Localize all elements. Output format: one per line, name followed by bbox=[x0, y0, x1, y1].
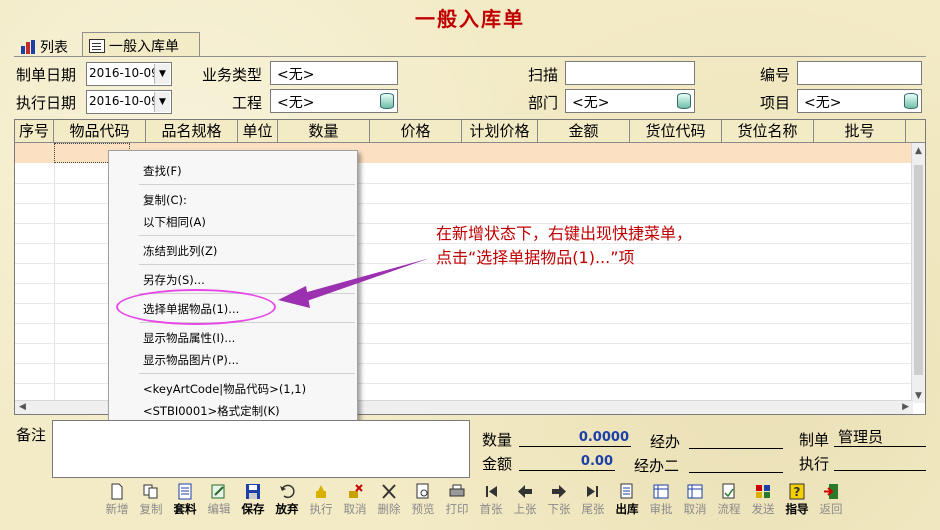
print-button[interactable]: 打印 bbox=[440, 482, 474, 518]
exit-button[interactable]: 返回 bbox=[814, 482, 848, 518]
save-button[interactable]: 保存 bbox=[236, 482, 270, 518]
outbound-button-label: 出库 bbox=[615, 502, 639, 516]
footer-panel: 备注 数量 0.0000 金额 0.00 经办 经办二 制单 管理员 执行 bbox=[14, 419, 926, 479]
prev-button-label: 上张 bbox=[513, 502, 537, 516]
discard-button-label: 放弃 bbox=[275, 502, 299, 516]
preview-icon bbox=[416, 483, 429, 499]
copy-icon bbox=[143, 484, 158, 499]
first-icon bbox=[486, 486, 497, 497]
maker-label: 制单 bbox=[799, 431, 830, 449]
last-icon bbox=[587, 486, 598, 497]
copy-button[interactable]: 复制 bbox=[134, 482, 168, 518]
handler-field[interactable] bbox=[689, 431, 783, 449]
discard-button[interactable]: 放弃 bbox=[270, 482, 304, 518]
send-icon bbox=[756, 485, 770, 498]
maker-value: 管理员 bbox=[838, 428, 884, 446]
flow-icon bbox=[722, 483, 735, 499]
execute-icon bbox=[316, 485, 326, 498]
cancel-execute-button[interactable]: 取消 bbox=[338, 482, 372, 518]
arrow-head bbox=[278, 286, 310, 308]
executor-label: 执行 bbox=[799, 455, 830, 473]
handler2-field[interactable] bbox=[689, 455, 783, 473]
kit-button-label: 套料 bbox=[173, 502, 197, 516]
unapprove-icon bbox=[687, 484, 703, 499]
execute-button-label: 执行 bbox=[309, 502, 333, 516]
next-icon bbox=[552, 485, 566, 498]
send-button[interactable]: 发送 bbox=[746, 482, 780, 518]
amount-value: 0.00 bbox=[519, 453, 615, 471]
handler-label: 经办 bbox=[650, 433, 681, 451]
handler2-label: 经办二 bbox=[634, 457, 680, 475]
delete-button-label: 删除 bbox=[377, 502, 401, 516]
print-button-label: 打印 bbox=[445, 502, 469, 516]
last-button[interactable]: 尾张 bbox=[576, 482, 610, 518]
remark-input[interactable] bbox=[52, 420, 470, 478]
approve-button-label: 审批 bbox=[649, 502, 673, 516]
flow-button-label: 流程 bbox=[717, 502, 741, 516]
new-button-label: 新增 bbox=[105, 502, 129, 516]
annotation-text: 在新增状态下，右键出现快捷菜单， 点击“选择单据物品(1)...”项 bbox=[436, 222, 766, 270]
approve-icon bbox=[653, 484, 669, 499]
undo-icon bbox=[280, 484, 295, 499]
cancel-icon bbox=[349, 484, 363, 498]
flow-button[interactable]: 流程 bbox=[712, 482, 746, 518]
guide-button[interactable]: ? 指导 bbox=[780, 482, 814, 518]
outbound-button[interactable]: 出库 bbox=[610, 482, 644, 518]
next-button-label: 下张 bbox=[547, 502, 571, 516]
execute-button[interactable]: 执行 bbox=[304, 482, 338, 518]
copy-button-label: 复制 bbox=[139, 502, 163, 516]
executor-field bbox=[834, 453, 926, 471]
edit-icon bbox=[211, 484, 225, 499]
delete-button[interactable]: 删除 bbox=[372, 482, 406, 518]
delete-icon bbox=[382, 484, 396, 499]
next-button[interactable]: 下张 bbox=[542, 482, 576, 518]
new-button[interactable]: 新增 bbox=[100, 482, 134, 518]
kit-button[interactable]: 套料 bbox=[168, 482, 202, 518]
preview-button-label: 预览 bbox=[411, 502, 435, 516]
prev-button[interactable]: 上张 bbox=[508, 482, 542, 518]
toolbar: 新增 复制 套料 编辑 保存 放弃 执行 取消 删除 预览 打印 首张 上张 下… bbox=[100, 482, 848, 518]
maker-field: 管理员 bbox=[834, 429, 926, 447]
save-button-label: 保存 bbox=[241, 502, 265, 516]
first-button[interactable]: 首张 bbox=[474, 482, 508, 518]
last-button-label: 尾张 bbox=[581, 502, 605, 516]
unapprove-button[interactable]: 取消 bbox=[678, 482, 712, 518]
approve-button[interactable]: 审批 bbox=[644, 482, 678, 518]
exit-icon bbox=[824, 484, 838, 499]
qty-label: 数量 bbox=[482, 431, 513, 449]
outbound-icon bbox=[620, 483, 633, 499]
unapprove-button-label: 取消 bbox=[683, 502, 707, 516]
annotation-line-1: 在新增状态下，右键出现快捷菜单， bbox=[436, 224, 693, 243]
help-icon: ? bbox=[789, 483, 805, 500]
annotation-line-2: 点击“选择单据物品(1)...”项 bbox=[436, 248, 635, 267]
print-icon bbox=[449, 484, 465, 497]
preview-button[interactable]: 预览 bbox=[406, 482, 440, 518]
first-button-label: 首张 bbox=[479, 502, 503, 516]
new-doc-icon bbox=[111, 483, 123, 500]
edit-button-label: 编辑 bbox=[207, 502, 231, 516]
cancel-execute-button-label: 取消 bbox=[343, 502, 367, 516]
amount-label: 金额 bbox=[482, 455, 513, 473]
qty-value: 0.0000 bbox=[519, 429, 631, 447]
kit-icon bbox=[178, 483, 192, 500]
prev-icon bbox=[518, 485, 532, 498]
exit-button-label: 返回 bbox=[819, 502, 843, 516]
remark-label: 备注 bbox=[16, 426, 47, 444]
svg-text:?: ? bbox=[794, 485, 801, 499]
arrow-shaft bbox=[300, 258, 430, 302]
guide-button-label: 指导 bbox=[785, 502, 809, 516]
edit-button[interactable]: 编辑 bbox=[202, 482, 236, 518]
send-button-label: 发送 bbox=[751, 502, 775, 516]
save-icon bbox=[246, 484, 260, 499]
